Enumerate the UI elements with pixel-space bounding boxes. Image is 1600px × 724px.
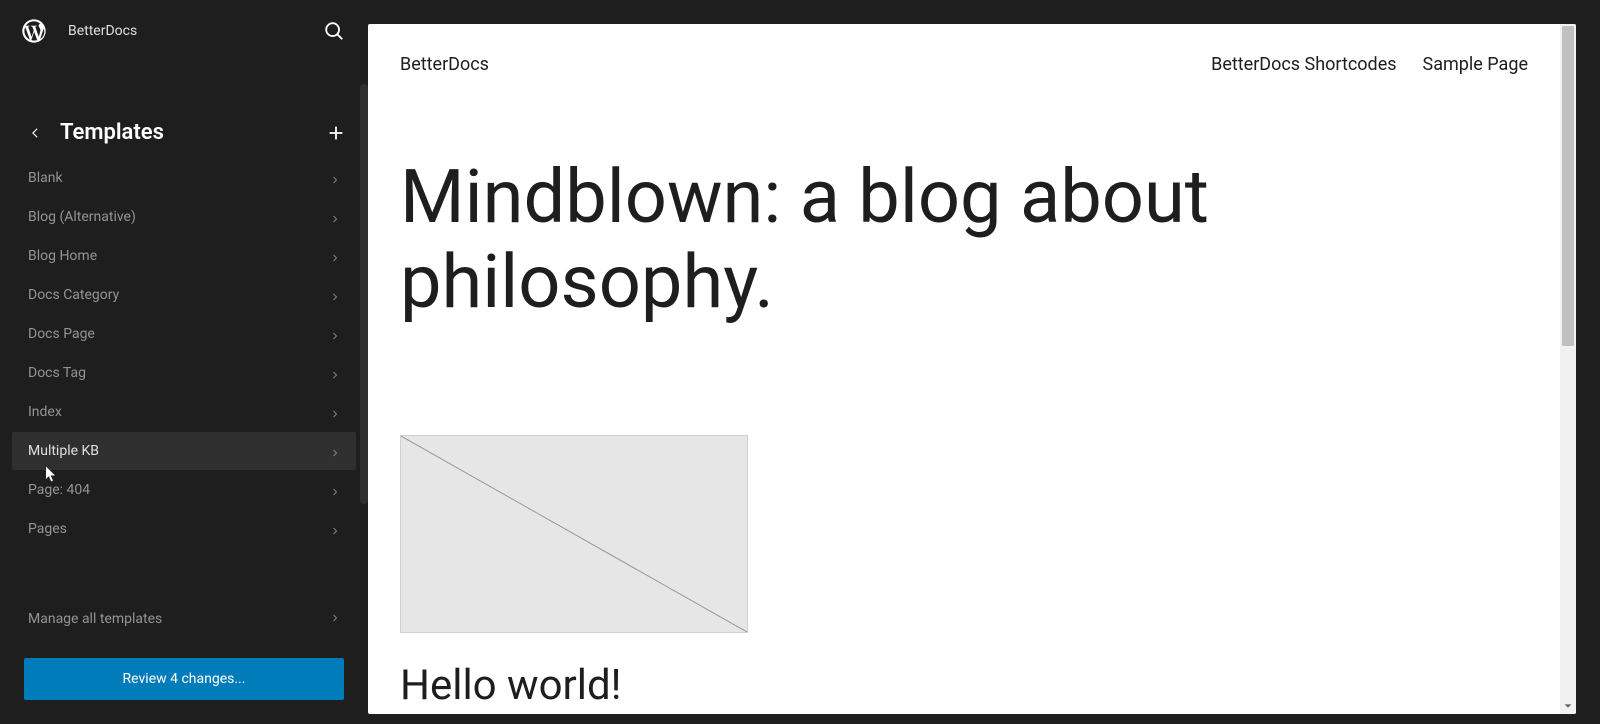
chevron-right-icon (330, 524, 340, 534)
review-bar: Review 4 changes... (0, 638, 368, 724)
template-item-label: Docs Page (28, 326, 95, 342)
chevron-right-icon (330, 368, 340, 378)
template-item-page-404[interactable]: Page: 404 (12, 471, 356, 509)
chevron-right-icon (330, 611, 340, 627)
preview-scrollbar[interactable] (1560, 24, 1576, 714)
preview-nav-link[interactable]: Sample Page (1423, 54, 1528, 75)
add-template-button[interactable] (324, 121, 348, 145)
template-item-label: Blank (28, 170, 63, 186)
preview-placeholder-image (400, 435, 748, 633)
site-name[interactable]: BetterDocs (68, 23, 137, 39)
preview-body: Mindblown: a blog about philosophy. Hell… (368, 75, 1576, 710)
preview-post-title[interactable]: Hello world! (400, 661, 1544, 710)
preview-site-title[interactable]: BetterDocs (400, 54, 489, 75)
template-item-pages[interactable]: Pages (12, 510, 356, 548)
template-item-label: Docs Tag (28, 365, 86, 381)
top-bar-left: BetterDocs (20, 17, 137, 45)
preview-scrollbar-thumb[interactable] (1562, 26, 1574, 346)
template-item-blog-home[interactable]: Blog Home (12, 237, 356, 275)
top-bar: BetterDocs (0, 0, 368, 62)
manage-all-label: Manage all templates (28, 611, 162, 627)
preview-heading: Mindblown: a blog about philosophy. (400, 155, 1544, 325)
section-header-left: Templates (26, 120, 164, 145)
back-button[interactable] (26, 124, 44, 142)
scroll-down-arrow-icon[interactable] (1560, 698, 1576, 714)
preview-nav-link[interactable]: BetterDocs Shortcodes (1211, 54, 1396, 75)
template-item-blank[interactable]: Blank (12, 159, 356, 197)
template-item-docs-page[interactable]: Docs Page (12, 315, 356, 353)
chevron-right-icon (330, 173, 340, 183)
template-item-label: Index (28, 404, 62, 420)
template-item-docs-category[interactable]: Docs Category (12, 276, 356, 314)
template-item-label: Docs Category (28, 287, 119, 303)
templates-list: Blank Blog (Alternative) Blog Home Docs … (0, 159, 368, 600)
section-title: Templates (60, 120, 164, 145)
sidebar: BetterDocs Templates Blank Blog (Alterna… (0, 0, 368, 724)
chevron-right-icon (330, 290, 340, 300)
chevron-right-icon (330, 329, 340, 339)
search-button[interactable] (320, 17, 348, 45)
template-item-docs-tag[interactable]: Docs Tag (12, 354, 356, 392)
preview-nav: BetterDocs Shortcodes Sample Page (1211, 54, 1528, 75)
template-item-multiple-kb[interactable]: Multiple KB (12, 432, 356, 470)
preview-header: BetterDocs BetterDocs Shortcodes Sample … (368, 24, 1576, 75)
chevron-right-icon (330, 407, 340, 417)
template-item-label: Page: 404 (28, 482, 90, 498)
preview-area: BetterDocs BetterDocs Shortcodes Sample … (368, 0, 1600, 724)
template-item-index[interactable]: Index (12, 393, 356, 431)
chevron-right-icon (330, 212, 340, 222)
preview-frame[interactable]: BetterDocs BetterDocs Shortcodes Sample … (368, 24, 1576, 714)
manage-all-templates[interactable]: Manage all templates (0, 600, 368, 638)
template-item-label: Blog Home (28, 248, 97, 264)
section-header: Templates (0, 102, 368, 159)
template-item-label: Multiple KB (28, 443, 99, 459)
chevron-right-icon (330, 251, 340, 261)
review-changes-button[interactable]: Review 4 changes... (24, 658, 344, 700)
chevron-right-icon (330, 485, 340, 495)
template-item-label: Pages (28, 521, 67, 537)
chevron-right-icon (330, 446, 340, 456)
wordpress-logo-icon[interactable] (20, 17, 48, 45)
template-item-label: Blog (Alternative) (28, 209, 136, 225)
template-item-blog-alternative[interactable]: Blog (Alternative) (12, 198, 356, 236)
